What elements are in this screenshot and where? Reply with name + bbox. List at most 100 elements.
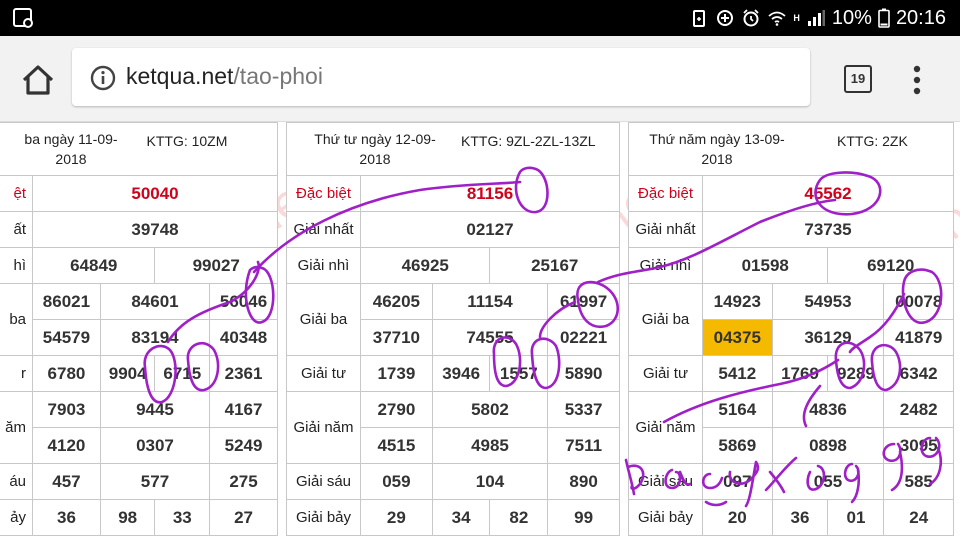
second-prize: 25167 — [489, 247, 620, 284]
seventh-prize: 36 — [771, 499, 829, 536]
fourth-prize: 6342 — [883, 355, 954, 392]
wifi-icon — [768, 11, 786, 26]
fourth-prize: 5412 — [702, 355, 773, 392]
prize-label: Giải nhì — [286, 247, 361, 284]
kttg-code: KTTG: 9ZL-2ZL-13ZL — [461, 133, 596, 149]
header-year: 2018 — [359, 151, 391, 167]
third-prize: 02221 — [547, 319, 620, 356]
fifth-prize: 4120 — [32, 427, 101, 464]
prize-label: Giải nhất — [628, 211, 703, 248]
battery-icon — [878, 8, 890, 28]
third-prize: 84601 — [99, 283, 211, 320]
tab-switcher-button[interactable]: 19 — [844, 65, 872, 93]
fifth-prize: 4985 — [431, 427, 549, 464]
battery-saver-icon — [693, 10, 706, 27]
fourth-prize: 2361 — [209, 355, 278, 392]
prize-label: Giải ba — [628, 283, 703, 356]
seventh-prize: 01 — [827, 499, 885, 536]
network-type: H — [793, 13, 800, 23]
fifth-prize: 7903 — [32, 391, 101, 428]
seventh-prize: 99 — [547, 499, 620, 536]
fourth-prize: 3946 — [431, 355, 491, 392]
third-prize: 46205 — [360, 283, 433, 320]
url-path: /tao-phoi — [233, 63, 323, 89]
fourth-prize: 9904 — [99, 355, 156, 392]
fourth-prize: 6715 — [154, 355, 211, 392]
third-prize: 14923 — [702, 283, 773, 320]
table-header: Thứ tư ngày 12-09- 2018 KTTG: 9ZL-2ZL-13… — [286, 122, 620, 176]
header-date: Thứ năm ngày 13-09- — [649, 131, 785, 147]
header-date: ba ngày 11-09- — [24, 131, 118, 147]
third-prize: 61997 — [547, 283, 620, 320]
prize-label: Giải tư — [628, 355, 703, 392]
kttg-code: KTTG: 10ZM — [146, 132, 228, 149]
seventh-prize: 33 — [154, 499, 211, 536]
third-prize: 11154 — [431, 283, 549, 320]
fifth-prize: 5164 — [702, 391, 773, 428]
first-prize: 02127 — [360, 211, 620, 248]
prize-label: Giải tư — [286, 355, 361, 392]
prize-label: Giải nhì — [628, 247, 703, 284]
alarm-icon — [743, 9, 760, 27]
fifth-prize: 2790 — [360, 391, 433, 428]
result-table-1: ba ngày 11-09- 2018 KTTG: 10ZM ệt 50040 ấ… — [0, 122, 278, 536]
url-text[interactable]: ketqua.net/tao-phoi — [126, 63, 323, 90]
prize-label: hì — [0, 247, 33, 284]
info-icon[interactable] — [90, 65, 116, 91]
prize-label: Đặc biệt — [286, 175, 361, 212]
status-bar: H 10% 20:16 — [0, 0, 960, 36]
sixth-prize: 585 — [883, 463, 954, 500]
special-prize: 81156 — [360, 175, 620, 212]
sixth-prize: 275 — [209, 463, 278, 500]
fourth-prize: 1769 — [771, 355, 829, 392]
fifth-prize: 0307 — [99, 427, 211, 464]
seventh-prize: 29 — [360, 499, 433, 536]
kttg-code: KTTG: 2ZK — [837, 133, 908, 149]
prize-label: Đặc biệt — [628, 175, 703, 212]
third-prize: 41879 — [883, 319, 954, 356]
sixth-prize: 055 — [771, 463, 885, 500]
prize-label: áu — [0, 463, 33, 500]
signal-icon — [807, 10, 825, 26]
third-prize: 40348 — [209, 319, 278, 356]
fifth-prize: 2482 — [883, 391, 954, 428]
second-prize: 01598 — [701, 247, 829, 284]
battery-percentage: 10% — [831, 6, 872, 29]
prize-label: Giải sáu — [286, 463, 361, 500]
sixth-prize: 577 — [99, 463, 211, 500]
fifth-prize: 7511 — [547, 427, 620, 464]
table-header: ba ngày 11-09- 2018 KTTG: 10ZM — [0, 122, 278, 176]
third-prize: 37710 — [360, 319, 433, 356]
header-date: Thứ tư ngày 12-09- — [314, 131, 436, 147]
second-prize: 46925 — [359, 247, 491, 284]
sixth-prize: 890 — [547, 463, 620, 500]
address-bar[interactable]: ketqua.net/tao-phoi — [72, 48, 810, 106]
fifth-prize: 0898 — [771, 427, 885, 464]
prize-label: Giải ba — [286, 283, 361, 356]
result-table-3: Thứ năm ngày 13-09- 2018 KTTG: 2ZK Đặc b… — [628, 122, 954, 536]
seventh-prize: 34 — [431, 499, 491, 536]
fifth-prize: 5249 — [209, 427, 278, 464]
third-prize: 56046 — [209, 283, 278, 320]
sixth-prize: 059 — [360, 463, 433, 500]
fifth-prize: 3095 — [883, 427, 954, 464]
data-saver-icon — [717, 10, 734, 26]
home-icon[interactable] — [18, 60, 58, 100]
prize-label: ất — [0, 211, 33, 248]
third-prize: 36129 — [771, 319, 885, 356]
second-prize: 69120 — [827, 247, 954, 284]
seventh-prize: 27 — [209, 499, 278, 536]
page-content: ketqua.net ketqua.net ketqua.net ketqua.… — [0, 122, 960, 540]
table-header: Thứ năm ngày 13-09- 2018 KTTG: 2ZK — [628, 122, 954, 176]
sixth-prize: 104 — [431, 463, 549, 500]
prize-label: Giải năm — [286, 391, 361, 464]
fourth-prize: 1557 — [489, 355, 549, 392]
first-prize: 73735 — [702, 211, 954, 248]
seventh-prize: 98 — [99, 499, 156, 536]
fourth-prize: 1739 — [360, 355, 433, 392]
third-prize: 54953 — [771, 283, 885, 320]
more-options-icon[interactable] — [912, 64, 922, 96]
fifth-prize: 4515 — [360, 427, 433, 464]
prize-label: ệt — [0, 175, 33, 212]
sixth-prize: 097 — [702, 463, 773, 500]
